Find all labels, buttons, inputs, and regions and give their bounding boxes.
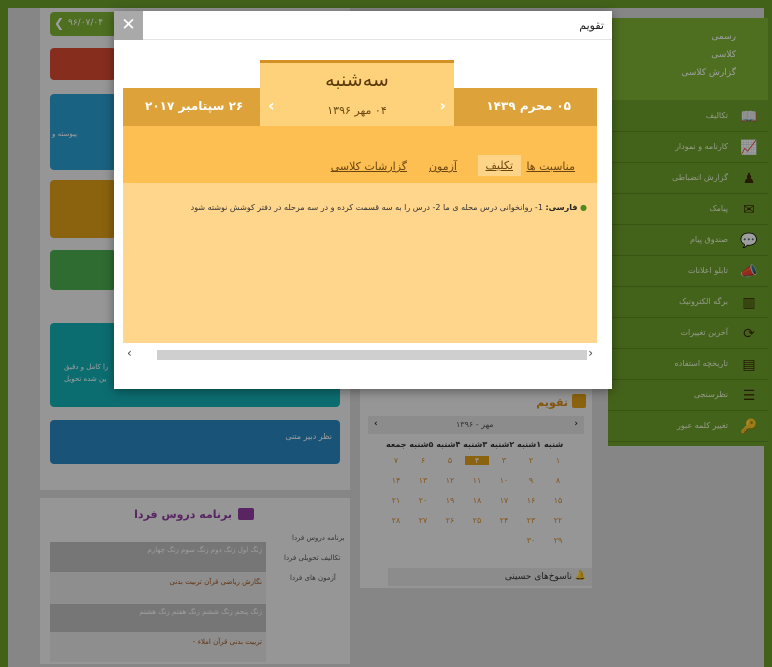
tab-homework[interactable]: تکلیف	[477, 155, 521, 176]
close-button[interactable]: ✕	[114, 11, 143, 40]
homework-text: 1- روانخوانی درس محله ی ما 2- درس را به …	[190, 203, 543, 212]
calendar-modal: ✕ تقویم ۲۶ سپتامبر ۲۰۱۷ ۰۵ محرم ۱۴۳۹ سه‌…	[114, 11, 612, 389]
date-center-panel: سه‌شنبه ۰۴ مهر ۱۳۹۶ ‹ ›	[260, 60, 454, 126]
gregorian-date: ۲۶ سپتامبر ۲۰۱۷	[145, 99, 244, 113]
homework-item: ● فارسی: 1- روانخوانی درس محله ی ما 2- د…	[147, 203, 587, 212]
scroll-left-icon[interactable]: ‹	[127, 346, 132, 360]
tabs-bar: مناسبت ها تکلیف آزمون گزارشات کلاسی	[123, 126, 597, 183]
tab-content: ● فارسی: 1- روانخوانی درس محله ی ما 2- د…	[123, 183, 597, 343]
tab-exam[interactable]: آزمون	[429, 160, 457, 173]
hijri-date: ۰۵ محرم ۱۴۳۹	[486, 99, 571, 113]
homework-subject: فارسی:	[545, 203, 578, 212]
scroll-right-icon[interactable]: ›	[588, 346, 593, 360]
bullet-icon: ●	[580, 203, 587, 212]
tab-class-reports[interactable]: گزارشات کلاسی	[331, 160, 407, 173]
modal-header: ✕ تقویم	[114, 11, 612, 40]
weekday-label: سه‌شنبه	[325, 69, 389, 91]
shamsi-date: ۰۴ مهر ۱۳۹۶	[327, 104, 387, 117]
modal-title: تقویم	[579, 19, 604, 32]
scrollbar-thumb[interactable]	[157, 350, 587, 360]
prev-day-button[interactable]: ‹	[268, 96, 275, 115]
tab-occasions[interactable]: مناسبت ها	[526, 160, 575, 173]
horizontal-scrollbar[interactable]: ‹ ›	[123, 346, 597, 362]
next-day-button[interactable]: ›	[439, 96, 446, 115]
